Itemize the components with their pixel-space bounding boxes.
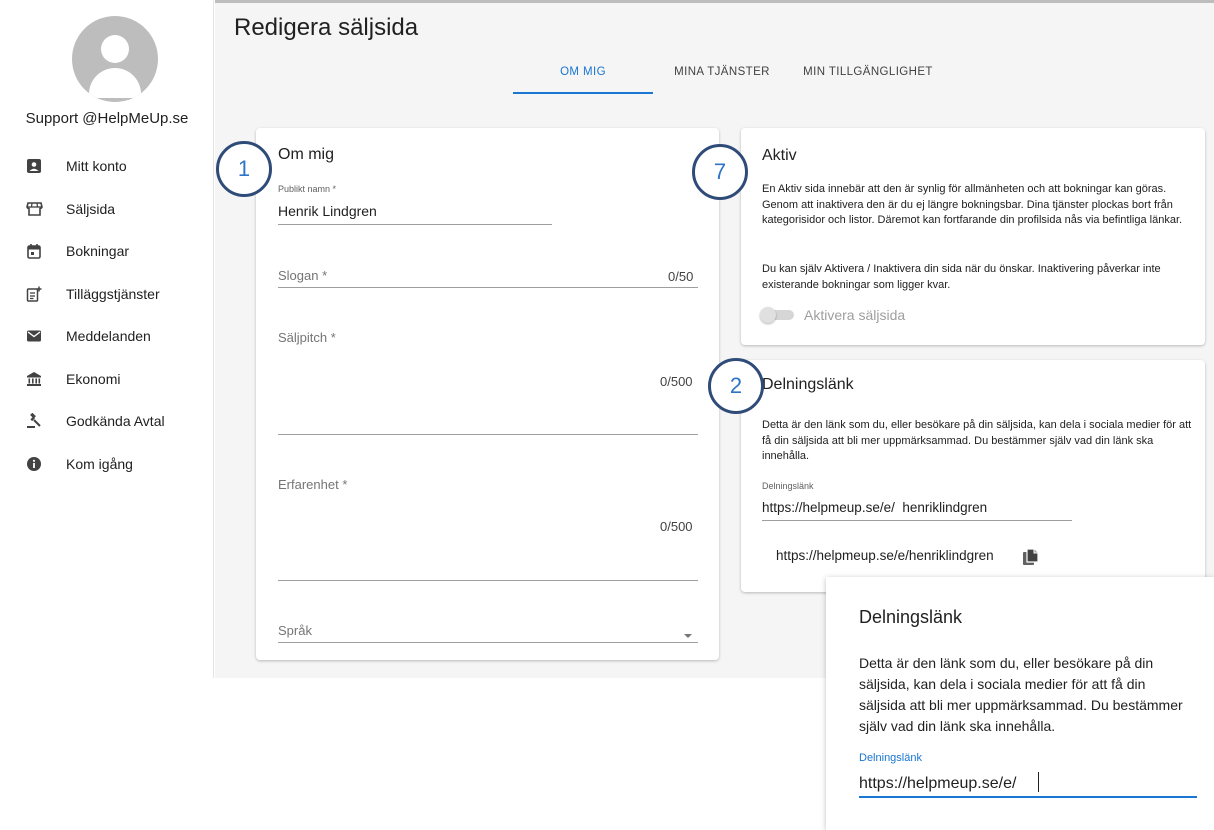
app-root: Support @HelpMeUp.se Mitt konto Säljsida…	[0, 0, 1214, 830]
tab-om-mig[interactable]: OM MIG	[513, 60, 653, 94]
sidebar-item-label: Kom igång	[66, 455, 133, 472]
zoom-title: Delningslänk	[859, 607, 963, 627]
sidebar-nav: Mitt konto Säljsida Bokningar Tilläggstj…	[0, 145, 214, 485]
experience-counter: 0/500	[660, 519, 693, 534]
language-underline	[278, 642, 698, 643]
sidebar-item-ekonomi[interactable]: Ekonomi	[0, 358, 214, 401]
text-caret	[1038, 772, 1039, 792]
slogan-underline	[278, 287, 698, 288]
share-link-underline	[762, 520, 1072, 521]
copy-icon[interactable]	[1022, 548, 1040, 566]
add-list-icon	[24, 284, 44, 304]
slogan-input[interactable]: Slogan *	[278, 268, 327, 283]
pitch-counter: 0/500	[660, 374, 693, 389]
sidebar-item-saljsida[interactable]: Säljsida	[0, 188, 214, 231]
zoom-inset: Delningslänk Detta är den länk som du, e…	[826, 577, 1214, 830]
avatar[interactable]	[72, 16, 158, 102]
active-title: Aktiv	[762, 147, 797, 164]
annotation-badge-2: 2	[708, 358, 764, 414]
info-icon	[24, 454, 44, 474]
about-title: Om mig	[278, 146, 334, 163]
pitch-input[interactable]: Säljpitch *	[278, 330, 336, 345]
sidebar-item-godkanda-avtal[interactable]: Godkända Avtal	[0, 400, 214, 443]
zoom-link-underline	[859, 796, 1197, 798]
divider	[215, 0, 1214, 3]
gavel-icon	[24, 411, 44, 431]
page-title: Redigera säljsida	[234, 14, 419, 41]
share-full-link[interactable]: https://helpmeup.se/e/henriklindgren	[776, 548, 994, 563]
share-link-input[interactable]: https://helpmeup.se/e/ henriklindgren	[762, 500, 987, 515]
bank-icon	[24, 369, 44, 389]
share-description: Detta är den länk som du, eller besökare…	[762, 419, 1192, 462]
sidebar-item-label: Bokningar	[66, 243, 130, 260]
tab-mina-tjanster[interactable]: MINA TJÄNSTER	[668, 60, 776, 94]
experience-input[interactable]: Erfarenhet *	[278, 477, 347, 492]
active-note: Du kan själv Aktivera / Inaktivera din s…	[762, 263, 1161, 291]
sidebar-item-label: Mitt konto	[66, 158, 127, 175]
sidebar-item-tillaggstjanster[interactable]: Tilläggstjänster	[0, 273, 214, 316]
toggle-label: Aktivera säljsida	[804, 307, 906, 323]
annotation-badge-1: 1	[216, 141, 272, 197]
tab-min-tillganglighet[interactable]: MIN TILLGÄNGLIGHET	[788, 60, 948, 94]
zoom-field-label: Delningslänk	[859, 752, 922, 764]
activate-toggle[interactable]	[760, 307, 798, 323]
storefront-icon	[24, 199, 44, 219]
sidebar-item-label: Godkända Avtal	[66, 413, 165, 430]
account-box-icon	[24, 156, 44, 176]
pitch-underline	[278, 434, 698, 435]
slogan-counter: 0/50	[668, 269, 694, 284]
mail-icon	[24, 326, 44, 346]
sidebar-item-label: Ekonomi	[66, 370, 121, 387]
calendar-icon	[24, 241, 44, 261]
annotation-badge-7: 7	[692, 144, 748, 200]
sidebar-item-kom-igang[interactable]: Kom igång	[0, 443, 214, 486]
experience-underline	[278, 580, 698, 581]
share-title: Delningslänk	[762, 376, 854, 393]
zoom-link-input[interactable]: https://helpmeup.se/e/	[859, 775, 1016, 793]
public-name-input[interactable]: Henrik Lindgren	[278, 203, 377, 219]
sidebar-item-label: Säljsida	[66, 200, 116, 217]
sidebar-item-label: Meddelanden	[66, 328, 151, 345]
public-name-underline	[278, 224, 552, 225]
zoom-description: Detta är den länk som du, eller besökare…	[859, 655, 1183, 734]
active-description: En Aktiv sida innebär att den är synlig …	[762, 183, 1183, 226]
sidebar-item-bokningar[interactable]: Bokningar	[0, 230, 214, 273]
sidebar-item-label: Tilläggstjänster	[66, 285, 160, 302]
sidebar-item-mitt-konto[interactable]: Mitt konto	[0, 145, 214, 188]
sidebar-item-meddelanden[interactable]: Meddelanden	[0, 315, 214, 358]
public-name-label: Publikt namn *	[278, 184, 337, 194]
language-select[interactable]: Språk	[278, 623, 312, 638]
share-field-label: Delningslänk	[762, 481, 814, 491]
user-name: Support @HelpMeUp.se	[25, 110, 189, 127]
sidebar: Support @HelpMeUp.se Mitt konto Säljsida…	[0, 0, 214, 678]
